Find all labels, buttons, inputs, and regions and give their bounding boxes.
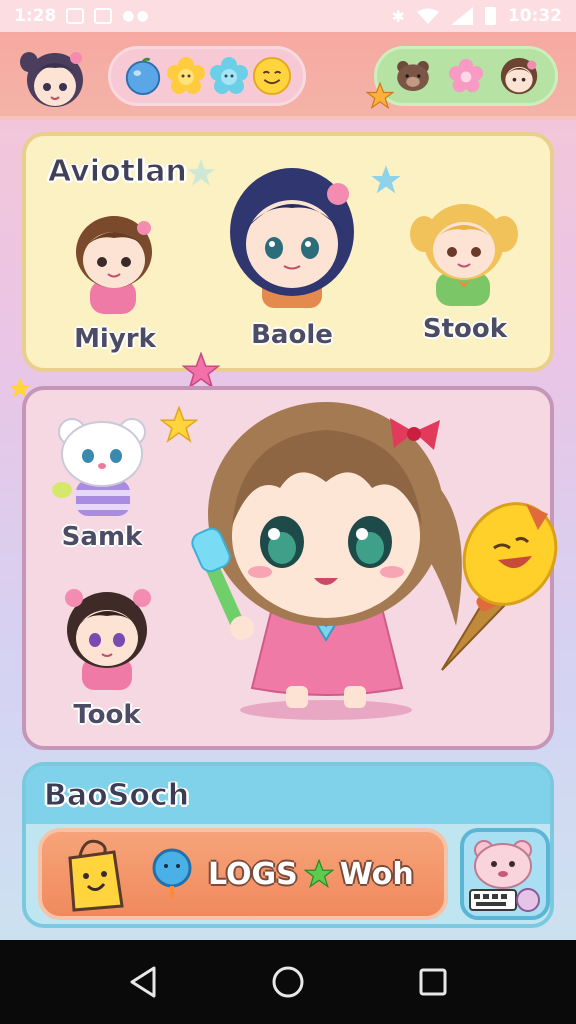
action-label-woh: Woh	[339, 856, 414, 892]
flower-icon[interactable]	[166, 56, 206, 96]
character-name: Baole	[251, 320, 333, 350]
cast-panel-title: Aviotlan	[48, 154, 188, 190]
gallery-notification-icon	[66, 8, 85, 24]
bottom-panel-title: BaoSoch	[43, 778, 190, 814]
status-bar: 1:28 ●● ✱ 10:32	[0, 0, 576, 32]
star-icon	[303, 859, 334, 889]
home-button[interactable]	[266, 960, 310, 1004]
character-name: Miyrk	[74, 324, 156, 354]
blonde-character-icon	[410, 204, 518, 306]
balloon-icon	[152, 848, 192, 898]
bag-mascot-icon	[68, 839, 124, 912]
resource-pill-left[interactable]	[108, 46, 306, 106]
character-card-baole[interactable]	[212, 154, 372, 314]
signal-icon	[450, 7, 473, 25]
status-time-right: 10:32	[507, 6, 562, 26]
side-character-took[interactable]	[52, 580, 162, 696]
character-name: Stook	[422, 314, 508, 344]
bear-keyboard-icon	[469, 840, 540, 912]
smiley-icon[interactable]	[252, 56, 292, 96]
star-icon	[366, 82, 394, 110]
character-card-stook[interactable]	[406, 192, 522, 312]
action-label-logs: LOGS	[208, 856, 298, 892]
stage-panel: Samk Took	[22, 386, 558, 750]
boy-character-icon	[76, 216, 152, 314]
side-character-samk[interactable]	[50, 412, 154, 522]
mascot-prop[interactable]	[422, 494, 558, 680]
home-circle-icon	[272, 966, 304, 998]
top-header	[0, 32, 576, 120]
character-name: Samk	[61, 522, 143, 552]
girl-character-icon	[230, 168, 354, 308]
cast-panel: Aviotlan Miyrk Baole Stook	[22, 132, 554, 372]
bottom-panel: BaoSoch LOGS Woh	[22, 762, 554, 928]
battery-icon	[484, 7, 496, 25]
character-card-miyrk[interactable]	[60, 200, 170, 320]
more-notifications-icon: ●●	[122, 8, 151, 24]
flower-icon[interactable]	[209, 56, 249, 96]
side-bear-button[interactable]	[460, 828, 550, 920]
girl-character-icon	[65, 589, 151, 690]
banana-mascot-icon	[441, 502, 558, 671]
status-time-left: 1:28	[14, 6, 57, 26]
apple-icon[interactable]	[123, 56, 163, 96]
recents-button[interactable]	[411, 960, 455, 1004]
star-icon	[182, 352, 220, 389]
back-button[interactable]	[121, 960, 165, 1004]
logs-action-button[interactable]: LOGS Woh	[38, 828, 448, 920]
girl-avatar-icon	[20, 52, 83, 107]
flower-icon[interactable]	[446, 56, 486, 96]
bear-character-icon	[52, 418, 146, 516]
vibrate-icon: ✱	[391, 6, 405, 26]
cloud-notification-icon	[94, 8, 113, 24]
system-nav-bar	[0, 940, 576, 1024]
friends-pill-right[interactable]	[374, 46, 558, 106]
wifi-icon	[416, 8, 439, 24]
bear-icon[interactable]	[393, 56, 433, 96]
avatar-icon[interactable]	[499, 56, 539, 96]
star-icon	[371, 165, 401, 194]
character-name: Took	[73, 700, 141, 730]
back-triangle-icon	[130, 966, 156, 998]
recents-square-icon	[419, 968, 447, 996]
player-avatar[interactable]	[14, 42, 96, 112]
